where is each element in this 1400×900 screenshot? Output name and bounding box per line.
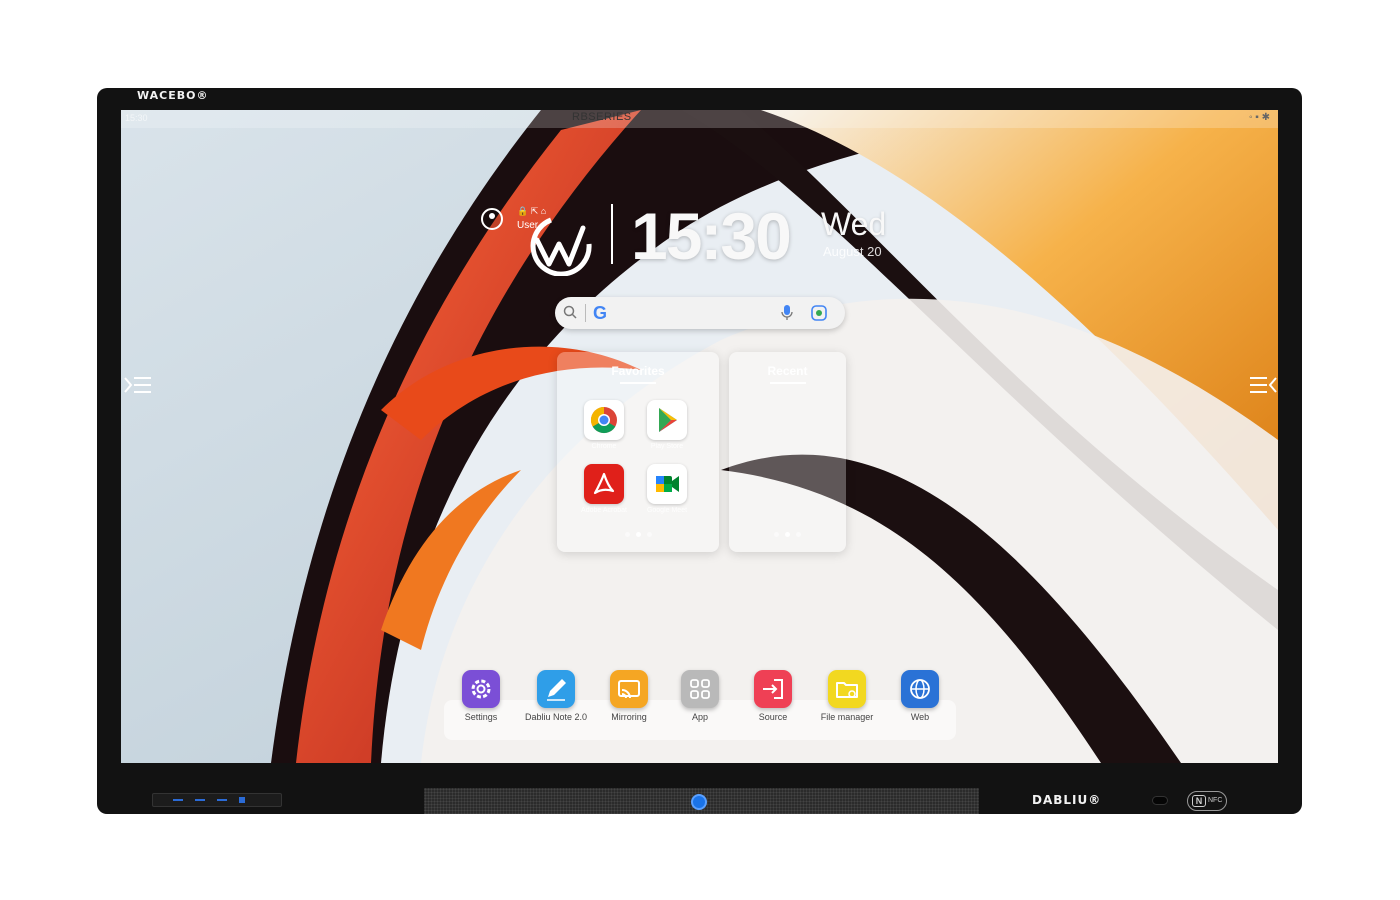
usb-port-icon — [173, 799, 183, 801]
chrome-icon — [584, 400, 624, 440]
favorite-app-play-store[interactable]: Play Store — [637, 400, 697, 450]
dock-app-label: Source — [758, 712, 788, 722]
google-search-bar[interactable]: G — [555, 297, 845, 329]
dock-app-source[interactable]: Source — [735, 670, 811, 722]
search-separator — [585, 304, 586, 322]
dock-app-label: Dabliu Note 2.0 — [524, 712, 588, 722]
user-avatar-icon[interactable] — [481, 208, 503, 230]
favorite-app-label: Play Store — [650, 443, 684, 450]
home-button-icon[interactable] — [691, 794, 707, 810]
favorite-app-label: Google Meet — [646, 507, 688, 514]
meet-icon — [647, 464, 687, 504]
nfc-badge: N NFC — [1187, 791, 1227, 811]
dock-app-file-manager[interactable]: File manager — [809, 670, 885, 722]
favorite-app-google-meet[interactable]: Google Meet — [637, 464, 697, 514]
brand-logo-top: WACEBO® — [137, 89, 209, 102]
dock-app-mirroring[interactable]: Mirroring — [591, 670, 667, 722]
left-side-menu-icon[interactable] — [123, 372, 153, 398]
screen: 15:30 RBSERIES ◦ ▪ ✱ 🔒 ⇱ ⌂ User 15:30 We… — [121, 110, 1278, 763]
globe-icon — [901, 670, 939, 708]
page-dot[interactable] — [774, 532, 779, 537]
dock-app-label: App — [691, 712, 708, 722]
app-grid-icon — [681, 670, 719, 708]
note-pen-icon — [537, 670, 575, 708]
dock-app-dabliu-note[interactable]: Dabliu Note 2.0 — [518, 670, 594, 722]
status-icons: ◦ ▪ ✱ — [1248, 112, 1270, 123]
interactive-display: WACEBO® 15:30 RBSERIES ◦ ▪ ✱ 🔒 ⇱ ⌂ User … — [97, 88, 1302, 814]
nfc-icon: N — [1192, 795, 1206, 807]
brand-logo-bottom: DABLIU® — [1032, 793, 1102, 807]
page-dot[interactable] — [624, 532, 630, 537]
right-side-menu-icon[interactable] — [1248, 372, 1278, 398]
favorites-title[interactable]: Favorites — [557, 364, 719, 378]
source-icon — [754, 670, 792, 708]
play-store-icon — [647, 400, 687, 440]
search-icon — [563, 305, 577, 319]
dock-app-label: Web — [910, 712, 930, 722]
recent-underline — [769, 382, 806, 384]
favorites-page-indicator — [557, 524, 719, 542]
favorite-app-acrobat[interactable]: Adobe Acrobat — [574, 464, 634, 514]
dock-app-label: File manager — [820, 712, 874, 722]
dock-app-web[interactable]: Web — [882, 670, 958, 722]
settings-icon — [462, 670, 500, 708]
favorite-app-label: Chrome — [591, 443, 617, 450]
recent-panel: Recent — [729, 352, 846, 552]
favorite-app-chrome[interactable]: Chrome — [574, 400, 634, 450]
clock-date: August 20 — [823, 244, 882, 259]
dock-app-settings[interactable]: Settings — [443, 670, 519, 722]
favorites-panel: Favorites Chrome Play Store Adobe Acroba… — [557, 352, 719, 552]
status-series-label: RBSERIES — [572, 111, 632, 123]
google-g-icon: G — [593, 303, 608, 323]
front-ports — [152, 793, 282, 807]
w-logo-icon — [530, 217, 592, 276]
clock-time: 15:30 — [631, 199, 792, 273]
dock-app-label: Mirroring — [611, 712, 647, 722]
page-dot-active[interactable] — [785, 532, 790, 537]
nfc-label: NFC — [1208, 797, 1223, 804]
page-dot-active[interactable] — [635, 532, 641, 537]
google-lens-icon[interactable] — [811, 305, 827, 321]
clock-widget: 🔒 ⇱ ⌂ User 15:30 Wed August 20 — [481, 199, 901, 280]
favorite-app-label: Adobe Acrobat — [581, 507, 627, 514]
clock-divider — [611, 204, 613, 264]
recent-page-indicator — [729, 524, 846, 542]
bottom-bezel: DABLIU® N NFC — [97, 763, 1302, 814]
microphone-icon[interactable] — [781, 305, 793, 321]
dock-app-label: Settings — [464, 712, 498, 722]
dock-app-app-grid[interactable]: App — [662, 670, 738, 722]
usb-c-port-icon — [239, 797, 245, 803]
clock-day: Wed — [821, 206, 887, 242]
light-sensor — [1152, 796, 1168, 805]
folder-icon — [828, 670, 866, 708]
page-dot[interactable] — [796, 532, 801, 537]
acrobat-icon — [584, 464, 624, 504]
status-time: 15:30 — [125, 113, 148, 123]
status-bar: 15:30 RBSERIES ◦ ▪ ✱ — [121, 110, 1278, 128]
usb-port-icon — [217, 799, 227, 801]
usb-port-icon — [195, 799, 205, 801]
page-dot[interactable] — [646, 532, 652, 537]
recent-title[interactable]: Recent — [729, 364, 846, 378]
mirroring-icon — [610, 670, 648, 708]
favorites-underline — [620, 382, 656, 384]
